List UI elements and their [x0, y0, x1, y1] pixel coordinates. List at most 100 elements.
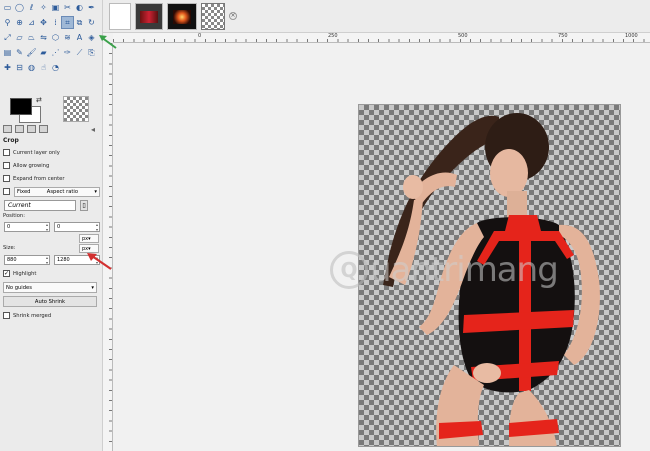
paintbrush-icon[interactable]: 🖌	[26, 47, 37, 58]
allow-growing-label: Allow growing	[13, 162, 50, 169]
position-x-input[interactable]: 0	[4, 222, 50, 232]
mypaint-icon[interactable]: ⟋	[74, 47, 85, 58]
ruler-label: 250	[328, 33, 338, 39]
shrink-merged-option[interactable]: Shrink merged	[1, 309, 101, 322]
perspective-icon[interactable]: ⏢	[26, 32, 37, 43]
position-y-input[interactable]: 0	[54, 222, 100, 232]
gimp-window: ▭ ◯ ℓ ✧ ▣ ✂ ◐ ✒ ⚲ ⊕ ⊿ ✥ ⁞ ⌗ ⧉ ↻ ⤢ ▱ ⏢ ⇋ …	[0, 0, 650, 451]
image-canvas[interactable]: Q uantrimang	[114, 44, 650, 451]
color-picker-icon[interactable]: ⚲	[2, 17, 13, 28]
rect-select-icon[interactable]: ▭	[2, 2, 13, 13]
unified-transform-icon[interactable]: ⧉	[74, 17, 85, 28]
auto-shrink-button[interactable]: Auto Shrink	[3, 296, 97, 307]
aspect-ratio-field[interactable]: Current	[4, 199, 76, 211]
fixed-label: Fixed	[17, 188, 31, 195]
expand-from-center-label: Expand from center	[13, 175, 65, 182]
pencil-icon[interactable]: ✎	[14, 47, 25, 58]
image-tab-photo-red[interactable]	[135, 3, 163, 30]
current-layer-only-option[interactable]: Current layer only	[1, 146, 101, 159]
blur-icon[interactable]: ◍	[26, 62, 37, 73]
ruler-label: 1000	[625, 33, 638, 39]
portrait-toggle-icon[interactable]: ▯	[80, 199, 88, 211]
zoom-icon[interactable]: ⊕	[14, 17, 25, 28]
perspective-clone-icon[interactable]: ⊟	[14, 62, 25, 73]
current-layer-only-label: Current layer only	[13, 149, 60, 156]
current-layer-only-checkbox[interactable]	[3, 149, 10, 156]
scissors-icon[interactable]: ✂	[62, 2, 73, 13]
device-status-tab-icon[interactable]	[15, 125, 24, 133]
horizontal-ruler[interactable]: 0 250 500 750 1000	[113, 33, 650, 43]
heal-icon[interactable]: ✚	[2, 62, 13, 73]
expand-from-center-option[interactable]: Expand from center	[1, 172, 101, 185]
allow-growing-option[interactable]: Allow growing	[1, 159, 101, 172]
image-tab-blank[interactable]	[109, 3, 131, 30]
airbrush-icon[interactable]: ⋰	[50, 47, 61, 58]
allow-growing-checkbox[interactable]	[3, 162, 10, 169]
chevron-down-icon: ▾	[94, 188, 97, 195]
measure-icon[interactable]: ⊿	[26, 17, 37, 28]
fixed-mode-select[interactable]: Fixed Aspect ratio ▾	[14, 186, 100, 197]
cage-icon[interactable]: ⬡	[50, 32, 61, 43]
ruler-label: 750	[558, 33, 568, 39]
guides-select[interactable]: No guides ▾	[3, 282, 97, 293]
free-select-icon[interactable]: ℓ	[26, 2, 37, 13]
dodge-burn-icon[interactable]: ◔	[50, 62, 61, 73]
ruler-label: 0	[198, 33, 202, 39]
fixed-checkbox[interactable]	[3, 188, 10, 195]
watermark: Q uantrimang	[330, 250, 559, 290]
highlight-label: Highlight	[13, 270, 37, 277]
ellipse-select-icon[interactable]: ◯	[14, 2, 25, 13]
align-icon[interactable]: ⁞	[50, 17, 61, 28]
crop-icon[interactable]: ⌗	[61, 16, 74, 29]
position-unit-value: px	[82, 236, 89, 242]
guides-value: No guides	[6, 285, 32, 291]
by-color-select-icon[interactable]: ▣	[50, 2, 61, 13]
highlight-checkbox[interactable]: ✓	[3, 270, 10, 277]
undo-history-tab-icon[interactable]	[27, 125, 36, 133]
position-unit-select[interactable]: px▾	[79, 234, 99, 243]
text-icon[interactable]: A	[74, 32, 85, 43]
move-icon[interactable]: ✥	[38, 17, 49, 28]
smudge-icon[interactable]: ☝	[38, 62, 49, 73]
eraser-icon[interactable]: ▰	[38, 47, 49, 58]
fixed-row: Fixed Aspect ratio ▾	[1, 185, 101, 198]
shrink-merged-checkbox[interactable]	[3, 312, 10, 319]
crop-tool-options: Crop Current layer only Allow growing Ex…	[1, 136, 101, 322]
image-tab-transparent[interactable]	[201, 3, 225, 30]
vertical-ruler[interactable]	[103, 43, 113, 451]
paths-icon[interactable]: ✒	[86, 2, 97, 13]
position-label: Position:	[3, 213, 25, 219]
position-row: 0 0	[1, 221, 101, 233]
fixed-value: Aspect ratio	[46, 188, 79, 195]
images-tab-icon[interactable]	[39, 125, 48, 133]
green-arrow-annotation	[99, 35, 117, 49]
ink-icon[interactable]: ✑	[62, 47, 73, 58]
image-tab-fireworks[interactable]	[167, 3, 197, 30]
gradient-icon[interactable]: ▤	[2, 47, 13, 58]
close-icon[interactable]: ×	[229, 12, 237, 20]
aspect-current-row: Current ▯	[1, 198, 101, 212]
quantrimang-logo-icon: Q	[330, 251, 368, 289]
shrink-merged-label: Shrink merged	[13, 312, 52, 319]
red-arrow-annotation	[87, 253, 112, 270]
fuzzy-select-icon[interactable]: ✧	[38, 2, 49, 13]
color-swatches: ⇄	[6, 96, 44, 126]
scale-icon[interactable]: ⤢	[2, 32, 13, 43]
size-width-input[interactable]: 880	[4, 255, 50, 265]
image-tabs-bar: ×	[103, 0, 650, 33]
foreground-color-swatch[interactable]	[10, 98, 32, 115]
options-tab-icons	[3, 125, 48, 133]
ruler-label: 500	[458, 33, 468, 39]
tool-options-tab-icon[interactable]	[3, 125, 12, 133]
flip-icon[interactable]: ⇋	[38, 32, 49, 43]
foreground-select-icon[interactable]: ◐	[74, 2, 85, 13]
swap-colors-icon[interactable]: ⇄	[36, 96, 42, 104]
warp-icon[interactable]: ≋	[62, 32, 73, 43]
toolbox-panel: ▭ ◯ ℓ ✧ ▣ ✂ ◐ ✒ ⚲ ⊕ ⊿ ✥ ⁞ ⌗ ⧉ ↻ ⤢ ▱ ⏢ ⇋ …	[0, 0, 103, 451]
dock-menu-icon[interactable]: ◂	[91, 125, 95, 134]
shear-icon[interactable]: ▱	[14, 32, 25, 43]
expand-from-center-checkbox[interactable]	[3, 175, 10, 182]
rotate-icon[interactable]: ↻	[86, 17, 97, 28]
tool-grid: ▭ ◯ ℓ ✧ ▣ ✂ ◐ ✒ ⚲ ⊕ ⊿ ✥ ⁞ ⌗ ⧉ ↻ ⤢ ▱ ⏢ ⇋ …	[2, 2, 102, 75]
pattern-preview[interactable]	[63, 96, 89, 122]
